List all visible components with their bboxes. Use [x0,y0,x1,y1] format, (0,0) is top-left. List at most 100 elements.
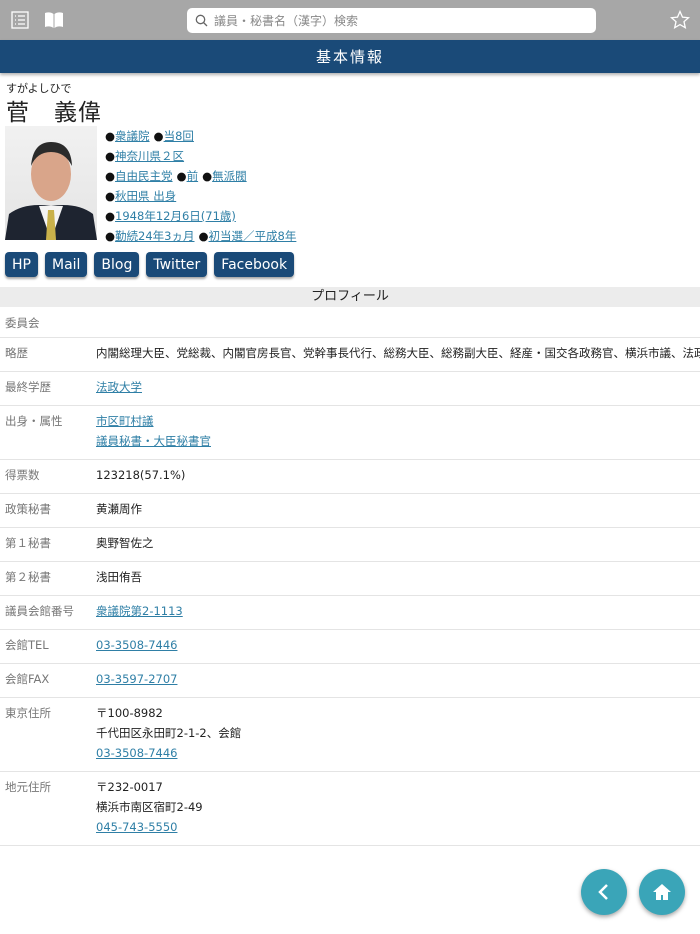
table-row: 政策秘書 黄瀬周作 [0,494,700,528]
book-icon[interactable] [42,8,66,32]
summary-link[interactable]: 当8回 [164,129,194,143]
row-label: 第２秘書 [5,570,51,584]
value-link[interactable]: 市区町村議 [96,414,154,428]
table-row: 得票数 123218(57.1%) [0,460,700,494]
bullet-icon: ● [198,229,209,243]
table-row: 委員会 [0,308,700,338]
row-value: 内閣総理大臣、党総裁、内閣官房長官、党幹事長代行、総務大臣、総務副大臣、経産・国… [96,343,700,363]
summary-line: ●秋田県 出身 [105,186,296,206]
summary-link[interactable]: 秋田県 出身 [115,189,176,203]
value-link[interactable]: 03-3508-7446 [96,746,177,760]
value-link[interactable]: 03-3597-2707 [96,672,177,686]
row-value: 市区町村議議員秘書・大臣秘書官 [96,411,211,451]
blog-button[interactable]: Blog [94,252,140,277]
row-value: 03-3597-2707 [96,669,177,689]
value-text: 横浜市南区宿町2-49 [96,800,203,814]
hp-button[interactable]: HP [5,252,38,277]
search-placeholder: 議員・秘書名（漢字）検索 [214,14,359,28]
summary-link[interactable]: 勤続24年3ヵ月 [115,229,194,243]
summary-link[interactable]: 自由民主党 [115,169,173,183]
row-label: 最終学歴 [5,380,51,394]
bullet-icon: ● [202,169,213,183]
table-row: 第１秘書 奥野智佐之 [0,528,700,562]
value-text: 〒232-0017 [96,780,163,794]
table-row: 略歴 内閣総理大臣、党総裁、内閣官房長官、党幹事長代行、総務大臣、総務副大臣、経産… [0,338,700,372]
row-label: 得票数 [5,468,40,482]
row-label: 会館TEL [5,638,49,652]
summary-link[interactable]: 初当選／平成8年 [209,229,297,243]
bullet-icon: ● [176,169,187,183]
row-value: 123218(57.1%) [96,465,185,485]
summary-line: ●自由民主党 ●前 ●無派閥 [105,166,296,186]
home-icon [653,884,671,900]
value-text: 123218(57.1%) [96,468,186,482]
value-text: 黄瀬周作 [96,502,142,516]
row-value: 衆議院第2-1113 [96,601,183,621]
row-label: 委員会 [5,316,40,330]
bullet-icon: ● [105,189,116,203]
member-summary: ●衆議院 ●当8回 ●神奈川県２区 ●自由民主党 ●前 ●無派閥 ●秋田県 出身 ●1948年… [105,126,296,246]
value-link[interactable]: 045-743-5550 [96,820,177,834]
value-link[interactable]: 法政大学 [96,380,142,394]
page-title: 基本情報 [0,40,700,73]
facebook-button[interactable]: Facebook [214,252,295,277]
row-value: 〒100-8982 千代田区永田町2-1-2、会館 03-3508-7446 [96,703,241,763]
value-text: 奥野智佐之 [96,536,154,550]
row-value: 〒232-0017 横浜市南区宿町2-49 045-743-5550 [96,777,203,837]
summary-line: ●衆議院 ●当8回 [105,126,296,146]
table-row: 地元住所 〒232-0017 横浜市南区宿町2-49 045-743-5550 [0,772,700,846]
table-row: 最終学歴 法政大学 [0,372,700,406]
row-label: 略歴 [5,346,28,360]
link-buttons: HP Mail Blog Twitter Facebook [5,252,295,277]
summary-line: ●勤続24年3ヵ月 ●初当選／平成8年 [105,226,296,246]
row-value: 03-3508-7446 [96,635,177,655]
bullet-icon: ● [105,209,116,223]
chevron-left-icon [598,884,608,900]
table-row: 出身・属性 市区町村議議員秘書・大臣秘書官 [0,406,700,460]
bullet-icon: ● [153,129,164,143]
top-bar: 議員・秘書名（漢字）検索 [0,0,700,40]
member-name: 菅 義偉 [6,100,102,126]
summary-link[interactable]: 無派閥 [212,169,247,183]
row-value: 奥野智佐之 [96,533,154,553]
table-row: 議員会館番号 衆議院第2-1113 [0,596,700,630]
bullet-icon: ● [105,229,116,243]
value-link[interactable]: 衆議院第2-1113 [96,604,183,618]
home-button[interactable] [639,869,685,915]
summary-link[interactable]: 1948年12月6日(71歳) [115,209,236,223]
profile-heading: プロフィール [0,287,700,307]
row-value: 黄瀬周作 [96,499,142,519]
table-row: 東京住所 〒100-8982 千代田区永田町2-1-2、会館 03-3508-7446 [0,698,700,772]
summary-link[interactable]: 衆議院 [115,129,150,143]
table-row: 会館FAX 03-3597-2707 [0,664,700,698]
value-link[interactable]: 議員秘書・大臣秘書官 [96,434,211,448]
value-text: 内閣総理大臣、党総裁、内閣官房長官、党幹事長代行、総務大臣、総務副大臣、経産・国… [96,346,700,360]
summary-line: ●1948年12月6日(71歳) [105,206,296,226]
row-label: 第１秘書 [5,536,51,550]
bullet-icon: ● [105,149,116,163]
member-photo [5,126,97,240]
row-label: 地元住所 [5,780,51,794]
summary-link[interactable]: 前 [187,169,199,183]
value-link[interactable]: 03-3508-7446 [96,638,177,652]
back-button[interactable] [581,869,627,915]
search-input[interactable]: 議員・秘書名（漢字）検索 [187,8,596,33]
list-icon[interactable] [8,8,32,32]
row-value: 浅田侑吾 [96,567,142,587]
star-icon[interactable] [668,8,692,32]
table-row: 会館TEL 03-3508-7446 [0,630,700,664]
mail-button[interactable]: Mail [44,252,88,277]
row-label: 東京住所 [5,706,51,720]
table-row: 第２秘書 浅田侑吾 [0,562,700,596]
summary-line: ●神奈川県２区 [105,146,296,166]
row-label: 出身・属性 [5,414,63,428]
value-text: 〒100-8982 [96,706,163,720]
value-text: 浅田侑吾 [96,570,142,584]
profile-table: 委員会略歴 内閣総理大臣、党総裁、内閣官房長官、党幹事長代行、総務大臣、総務副大臣… [0,308,700,846]
bullet-icon: ● [105,169,116,183]
summary-link[interactable]: 神奈川県２区 [115,149,184,163]
bullet-icon: ● [105,129,116,143]
row-label: 会館FAX [5,672,50,686]
value-text: 千代田区永田町2-1-2、会館 [96,726,242,740]
twitter-button[interactable]: Twitter [146,252,208,277]
